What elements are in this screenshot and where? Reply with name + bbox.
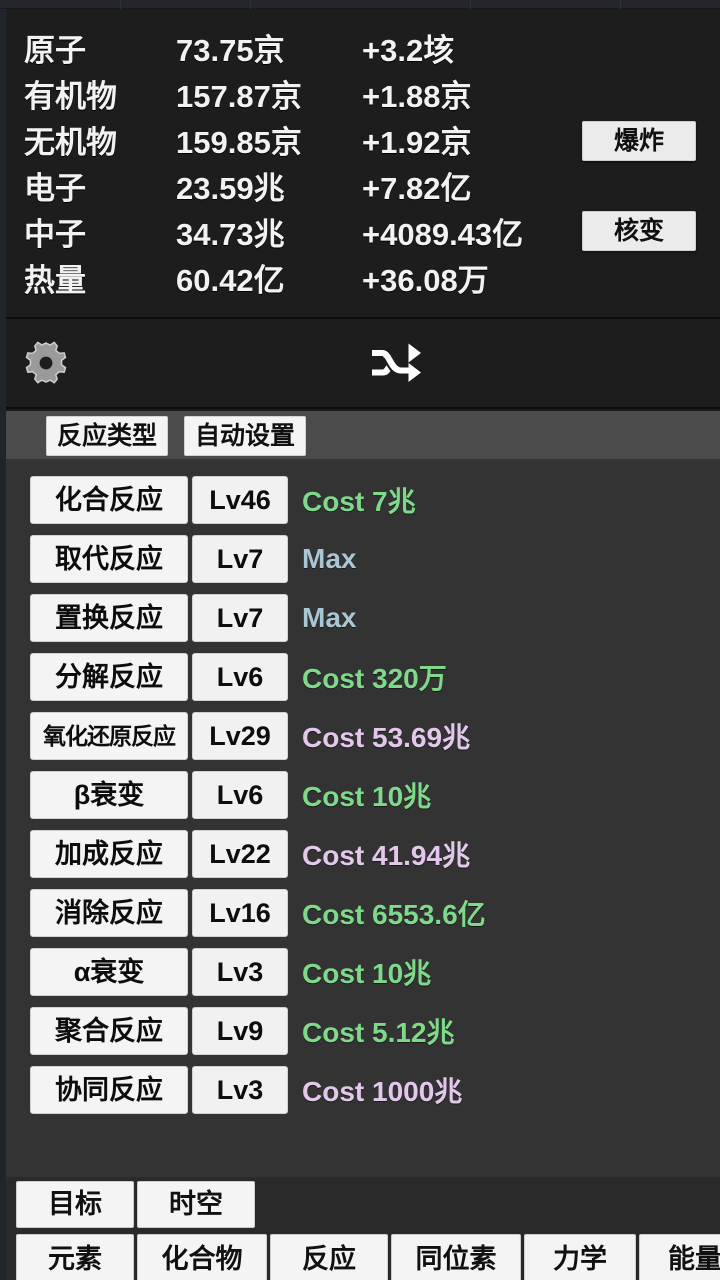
resource-name: 热量 [24, 255, 176, 300]
resource-rate: +4089.43亿 [362, 209, 564, 254]
resource-row-inorganic: 无机物 159.85京 +1.92京 [24, 117, 564, 163]
reaction-name-button[interactable]: 协同反应 [30, 1066, 188, 1114]
nav-element[interactable]: 元素 [16, 1234, 134, 1280]
resource-stats-panel: 原子 73.75京 +3.2垓 有机物 157.87京 +1.88京 无机物 1… [6, 9, 720, 319]
reaction-name-button[interactable]: 加成反应 [30, 830, 188, 878]
resource-row-atom: 原子 73.75京 +3.2垓 [24, 25, 564, 71]
reaction-level-button[interactable]: Lv7 [192, 535, 288, 583]
nav-isotope[interactable]: 同位素 [391, 1234, 521, 1280]
table-row[interactable]: 消除反应 Lv16 Cost 6553.6亿 [6, 886, 720, 940]
reaction-cost-label: Cost 41.94兆 [302, 834, 470, 874]
game-frame: 原子 73.75京 +3.2垓 有机物 157.87京 +1.88京 无机物 1… [0, 9, 720, 1280]
reaction-level-button[interactable]: Lv3 [192, 1066, 288, 1114]
reaction-cost-label: Max [302, 543, 356, 575]
resource-rate: +1.92京 [362, 117, 564, 162]
resource-row-electron: 电子 23.59兆 +7.82亿 [24, 163, 564, 209]
reaction-name-button[interactable]: 置换反应 [30, 594, 188, 642]
reaction-cost-label: Cost 53.69兆 [302, 716, 470, 756]
reaction-level-button[interactable]: Lv9 [192, 1007, 288, 1055]
resource-value: 73.75京 [176, 25, 362, 70]
table-row[interactable]: 加成反应 Lv22 Cost 41.94兆 [6, 827, 720, 881]
reaction-list[interactable]: 化合反应 Lv46 Cost 7兆 取代反应 Lv7 Max 置换反应 Lv7 … [6, 459, 720, 1177]
reaction-name-button[interactable]: 取代反应 [30, 535, 188, 583]
resource-value: 159.85京 [176, 117, 362, 162]
nav-mechanics[interactable]: 力学 [524, 1234, 636, 1280]
nav-goal[interactable]: 目标 [16, 1181, 134, 1228]
fission-button[interactable]: 核变 [582, 211, 696, 251]
reaction-name-button[interactable]: β衰变 [30, 771, 188, 819]
resource-value: 60.42亿 [176, 255, 362, 300]
reaction-cost-label: Cost 7兆 [302, 480, 416, 520]
reaction-cost-label: Cost 320万 [302, 657, 447, 697]
resource-row-heat: 热量 60.42亿 +36.08万 [24, 255, 564, 301]
reaction-level-button[interactable]: Lv6 [192, 771, 288, 819]
resource-rate: +36.08万 [362, 255, 564, 300]
reaction-cost-label: Max [302, 602, 356, 634]
gear-icon [22, 339, 70, 387]
resource-value: 157.87京 [176, 71, 362, 116]
reaction-level-button[interactable]: Lv22 [192, 830, 288, 878]
reaction-name-button[interactable]: α衰变 [30, 948, 188, 996]
reaction-level-button[interactable]: Lv6 [192, 653, 288, 701]
secondary-nav-bar: 目标 时空 [6, 1177, 720, 1232]
reaction-cost-label: Cost 1000兆 [302, 1070, 462, 1110]
nav-compound[interactable]: 化合物 [137, 1234, 267, 1280]
reaction-level-button[interactable]: Lv29 [192, 712, 288, 760]
shuffle-button[interactable] [368, 341, 424, 385]
primary-nav-bar: 元素 化合物 反应 同位素 力学 能量 [6, 1232, 720, 1280]
reaction-cost-label: Cost 10兆 [302, 775, 431, 815]
explode-button[interactable]: 爆炸 [582, 121, 696, 161]
table-row[interactable]: 协同反应 Lv3 Cost 1000兆 [6, 1063, 720, 1117]
shuffle-icon [368, 341, 424, 385]
table-row[interactable]: 聚合反应 Lv9 Cost 5.12兆 [6, 1004, 720, 1058]
resource-name: 电子 [24, 163, 176, 208]
resource-name: 有机物 [24, 71, 176, 116]
reaction-level-button[interactable]: Lv16 [192, 889, 288, 937]
tool-icon-strip [6, 319, 720, 409]
table-row[interactable]: 取代反应 Lv7 Max [6, 532, 720, 586]
resource-table: 原子 73.75京 +3.2垓 有机物 157.87京 +1.88京 无机物 1… [24, 25, 564, 301]
resource-row-organic: 有机物 157.87京 +1.88京 [24, 71, 564, 117]
reaction-cost-label: Cost 6553.6亿 [302, 893, 486, 933]
resource-value: 23.59兆 [176, 163, 362, 208]
table-row[interactable]: β衰变 Lv6 Cost 10兆 [6, 768, 720, 822]
nav-energy[interactable]: 能量 [639, 1234, 720, 1280]
reaction-name-button[interactable]: 聚合反应 [30, 1007, 188, 1055]
settings-button[interactable] [22, 339, 70, 387]
nav-reaction[interactable]: 反应 [270, 1234, 388, 1280]
reaction-level-button[interactable]: Lv46 [192, 476, 288, 524]
table-row[interactable]: 化合反应 Lv46 Cost 7兆 [6, 473, 720, 527]
resource-rate: +1.88京 [362, 71, 564, 116]
nav-spacetime[interactable]: 时空 [137, 1181, 255, 1228]
system-status-bar [0, 0, 720, 9]
reaction-name-button[interactable]: 分解反应 [30, 653, 188, 701]
reaction-cost-label: Cost 5.12兆 [302, 1011, 455, 1051]
table-row[interactable]: α衰变 Lv3 Cost 10兆 [6, 945, 720, 999]
table-row[interactable]: 氧化还原反应 Lv29 Cost 53.69兆 [6, 709, 720, 763]
resource-rate: +3.2垓 [362, 25, 564, 70]
reaction-level-button[interactable]: Lv7 [192, 594, 288, 642]
table-row[interactable]: 置换反应 Lv7 Max [6, 591, 720, 645]
table-row[interactable]: 分解反应 Lv6 Cost 320万 [6, 650, 720, 704]
resource-name: 无机物 [24, 117, 176, 162]
reaction-name-button[interactable]: 化合反应 [30, 476, 188, 524]
reaction-name-button[interactable]: 氧化还原反应 [30, 712, 188, 760]
resource-value: 34.73兆 [176, 209, 362, 254]
reaction-name-button[interactable]: 消除反应 [30, 889, 188, 937]
subtab-bar: 反应类型 自动设置 [6, 411, 720, 459]
game-screen: 原子 73.75京 +3.2垓 有机物 157.87京 +1.88京 无机物 1… [0, 0, 720, 1280]
subtab-auto-settings[interactable]: 自动设置 [184, 416, 306, 456]
reaction-cost-label: Cost 10兆 [302, 952, 431, 992]
resource-name: 原子 [24, 25, 176, 70]
subtab-reaction-type[interactable]: 反应类型 [46, 416, 168, 456]
resource-rate: +7.82亿 [362, 163, 564, 208]
reaction-level-button[interactable]: Lv3 [192, 948, 288, 996]
resource-name: 中子 [24, 209, 176, 254]
resource-row-neutron: 中子 34.73兆 +4089.43亿 [24, 209, 564, 255]
